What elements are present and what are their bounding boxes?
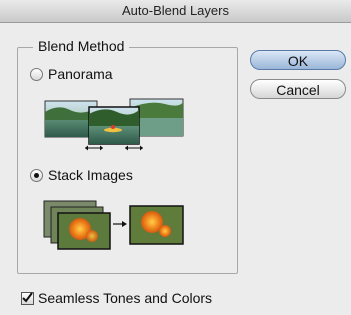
panorama-radio[interactable] bbox=[30, 68, 43, 81]
panorama-label: Panorama bbox=[48, 66, 113, 82]
stack-images-option[interactable]: Stack Images bbox=[30, 167, 133, 184]
seamless-label: Seamless Tones and Colors bbox=[38, 290, 213, 306]
ok-button[interactable]: OK bbox=[250, 50, 346, 70]
stack-images-radio[interactable] bbox=[30, 169, 43, 182]
panorama-option[interactable]: Panorama bbox=[30, 66, 113, 83]
checkmark-icon bbox=[22, 292, 33, 303]
window-title: Auto-Blend Layers bbox=[0, 0, 351, 23]
seamless-checkbox[interactable] bbox=[21, 292, 34, 305]
stack-images-label: Stack Images bbox=[48, 167, 133, 183]
seamless-tones-option[interactable]: Seamless Tones and Colors bbox=[21, 290, 212, 307]
cancel-button[interactable]: Cancel bbox=[250, 79, 346, 99]
blend-method-title: Blend Method bbox=[33, 38, 130, 55]
